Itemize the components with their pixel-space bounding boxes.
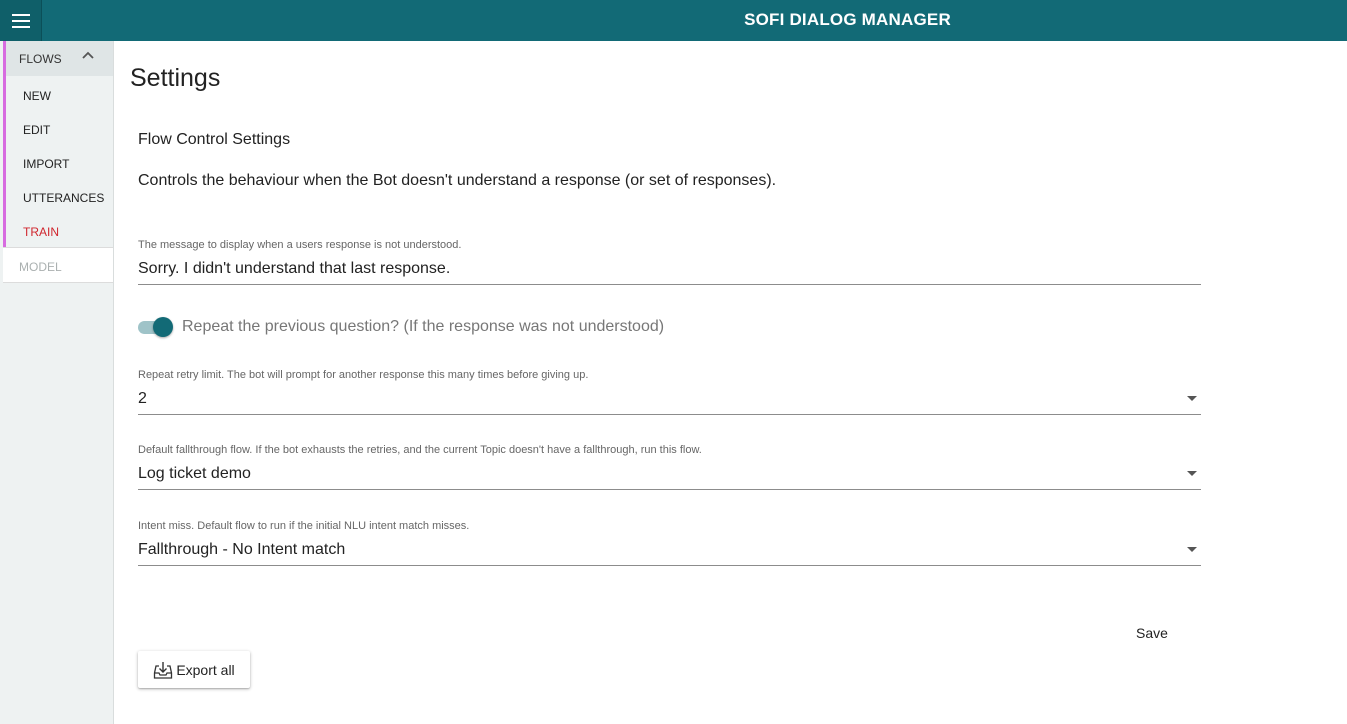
dropdown-arrow-icon[interactable] bbox=[1187, 547, 1197, 552]
intent-miss-value: Fallthrough - No Intent match bbox=[138, 541, 346, 558]
sidebar-item-utterances[interactable]: UTTERANCES bbox=[23, 191, 104, 205]
save-button[interactable]: Save bbox=[1120, 620, 1184, 646]
app-bar: SOFI DIALOG MANAGER bbox=[0, 0, 1347, 41]
sidebar-flows-list: NEW EDIT IMPORT UTTERANCES TRAIN bbox=[3, 76, 113, 247]
export-all-button[interactable]: Export all bbox=[138, 651, 250, 688]
retry-limit-label: Repeat retry limit. The bot will prompt … bbox=[138, 369, 589, 381]
repeat-question-label: Repeat the previous question? (If the re… bbox=[182, 318, 665, 335]
sidebar-item-model-label: MODEL bbox=[19, 260, 62, 274]
sidebar-item-model[interactable]: MODEL bbox=[3, 247, 113, 283]
retry-limit-value: 2 bbox=[138, 390, 147, 407]
sidebar-flows-header[interactable]: FLOWS bbox=[3, 41, 113, 76]
export-icon bbox=[154, 661, 173, 679]
fallthrough-flow-select[interactable]: Default fallthrough flow. If the bot exh… bbox=[138, 444, 1201, 490]
toggle-thumb bbox=[153, 317, 173, 337]
sidebar-item-train[interactable]: TRAIN bbox=[23, 225, 59, 239]
section-title: Flow Control Settings bbox=[138, 131, 291, 148]
not-understood-message-field[interactable]: The message to display when a users resp… bbox=[138, 239, 1201, 285]
sidebar-flows-label: FLOWS bbox=[19, 52, 62, 66]
page-title: Settings bbox=[130, 64, 221, 92]
dropdown-arrow-icon[interactable] bbox=[1187, 396, 1197, 401]
sidebar: FLOWS NEW EDIT IMPORT UTTERANCES TRAIN M… bbox=[0, 41, 114, 724]
sidebar-item-edit[interactable]: EDIT bbox=[23, 123, 50, 137]
chevron-up-icon[interactable] bbox=[81, 49, 95, 63]
app-title: SOFI DIALOG MANAGER bbox=[744, 10, 951, 29]
not-understood-message-label: The message to display when a users resp… bbox=[138, 239, 462, 251]
sidebar-item-import[interactable]: IMPORT bbox=[23, 157, 69, 171]
repeat-question-toggle[interactable] bbox=[138, 316, 176, 338]
intent-miss-select[interactable]: Intent miss. Default flow to run if the … bbox=[138, 520, 1201, 566]
retry-limit-select[interactable]: Repeat retry limit. The bot will prompt … bbox=[138, 369, 1201, 415]
fallthrough-flow-value: Log ticket demo bbox=[138, 465, 251, 482]
section-description: Controls the behaviour when the Bot does… bbox=[138, 172, 777, 189]
dropdown-arrow-icon[interactable] bbox=[1187, 471, 1197, 476]
sidebar-item-new[interactable]: NEW bbox=[23, 89, 51, 103]
not-understood-message-input[interactable]: Sorry. I didn't understand that last res… bbox=[138, 260, 450, 278]
export-all-label: Export all bbox=[176, 661, 235, 678]
intent-miss-label: Intent miss. Default flow to run if the … bbox=[138, 520, 470, 532]
fallthrough-flow-label: Default fallthrough flow. If the bot exh… bbox=[138, 444, 702, 456]
